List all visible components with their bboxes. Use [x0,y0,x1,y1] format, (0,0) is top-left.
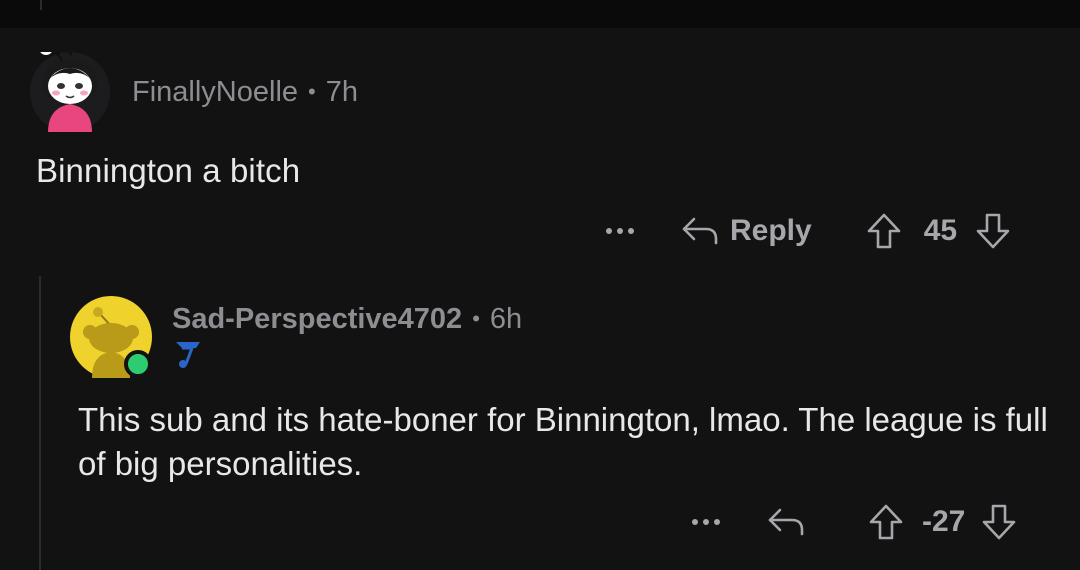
upvote-arrow-icon [867,213,901,249]
downvote-button[interactable] [981,503,1017,541]
upvote-arrow-icon [869,504,903,540]
comment-body: This sub and its hate-boner for Binningt… [78,401,1048,482]
comment-body: Binnington a bitch [36,152,301,189]
more-dots-icon [692,519,720,525]
thread-line-top [40,0,42,10]
downvote-arrow-icon [976,213,1010,249]
comment-meta: Sad-Perspective4702 • 6h [172,298,522,340]
reply-button[interactable]: Reply [680,214,812,248]
comment-age: 6h [489,302,523,335]
reply-arrow-icon [768,508,804,536]
comment-author[interactable]: Sad-Perspective4702 [172,303,462,336]
comment-author[interactable]: FinallyNoelle [132,76,298,109]
reply-label: Reply [730,214,812,247]
thread-collapse-line[interactable] [39,276,41,570]
comment-actions: -27 [686,496,1017,548]
online-status-dot [124,350,152,378]
downvote-arrow-icon [983,504,1016,540]
snoo-avatar-icon [30,41,110,132]
vote-score: -27 [922,505,966,538]
comment-meta: FinallyNoelle • 7h [132,72,358,112]
upvote-button[interactable] [868,503,904,541]
vote-score: 45 [923,214,958,247]
meta-separator: • [308,79,316,104]
more-dots-icon [606,228,634,234]
reply-button[interactable] [766,506,816,538]
more-options-button[interactable] [686,502,726,542]
meta-separator: • [472,306,480,331]
top-divider [0,0,1080,28]
more-options-button[interactable] [600,211,640,251]
comment-thread: FinallyNoelle • 7h Binnington a bitch Re… [0,0,1080,570]
comment-actions: Reply 45 [600,206,1011,256]
downvote-button[interactable] [975,212,1011,250]
reply-arrow-icon [682,217,718,245]
upvote-button[interactable] [866,212,902,250]
user-avatar[interactable] [30,41,110,132]
comment-age: 7h [325,75,358,108]
blues-note-flair-icon [172,338,204,370]
